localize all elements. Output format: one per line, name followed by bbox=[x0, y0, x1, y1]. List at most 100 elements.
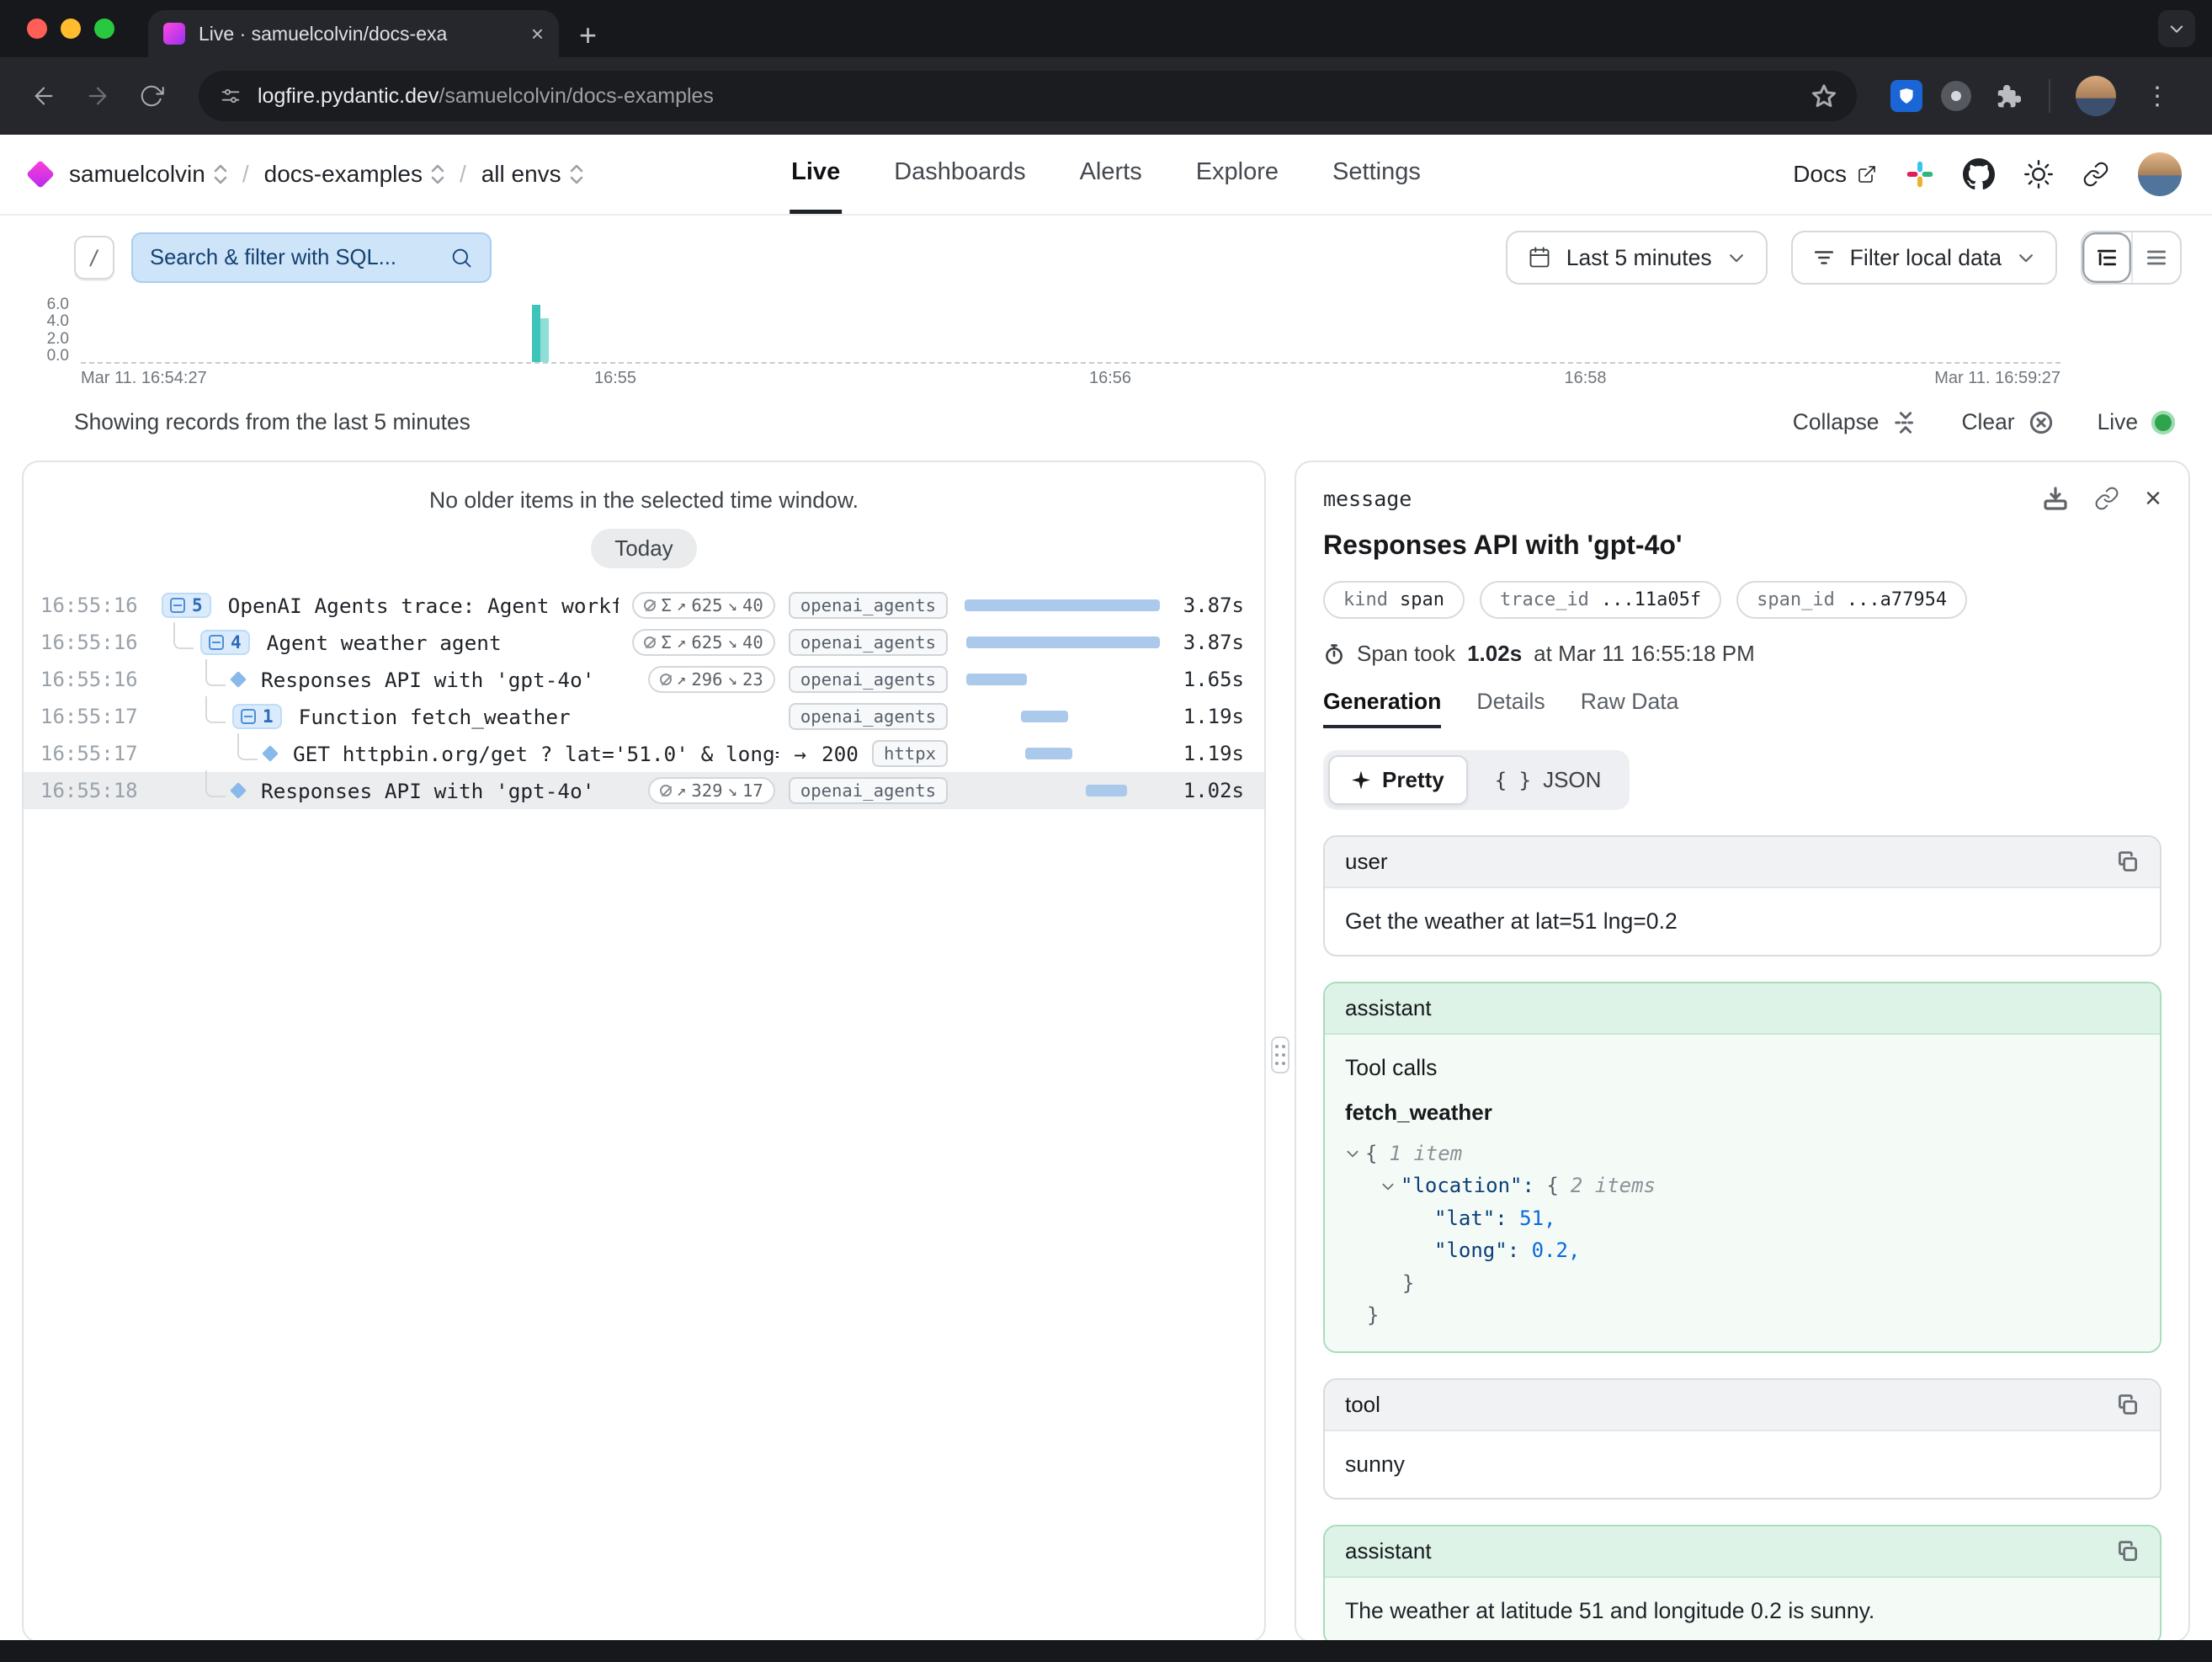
shield-extension-icon[interactable] bbox=[1890, 80, 1922, 112]
message-card-user: user Get the weather at lat=51 lng=0.2 bbox=[1323, 835, 2161, 956]
site-settings-icon[interactable] bbox=[219, 84, 242, 108]
tab-search-button[interactable] bbox=[2158, 10, 2195, 47]
trace-row[interactable]: 16:55:16 5 OpenAI Agents trace: Agent wo… bbox=[24, 587, 1264, 624]
env-selector[interactable]: all envs bbox=[481, 161, 583, 188]
github-icon[interactable] bbox=[1963, 158, 1995, 190]
tab-alerts[interactable]: Alerts bbox=[1078, 135, 1144, 214]
today-chip: Today bbox=[591, 529, 696, 568]
docs-link[interactable]: Docs bbox=[1793, 161, 1877, 188]
new-tab-button[interactable]: + bbox=[579, 20, 597, 51]
span-diamond-icon bbox=[262, 745, 279, 762]
tab-details[interactable]: Details bbox=[1476, 689, 1545, 728]
back-button[interactable] bbox=[20, 72, 67, 120]
tab-explore[interactable]: Explore bbox=[1194, 135, 1280, 214]
token-badge: ↗329↘17 bbox=[648, 777, 775, 804]
tool-arguments-json: { 1 item "location": { 2 items "lat": 51… bbox=[1345, 1137, 2140, 1331]
pretty-json-toggle: Pretty { }JSON bbox=[1323, 750, 1630, 810]
tokens-icon bbox=[660, 785, 672, 796]
copy-button[interactable] bbox=[2116, 1540, 2140, 1563]
tab-live[interactable]: Live bbox=[790, 135, 842, 214]
browser-profile-avatar[interactable] bbox=[2076, 76, 2116, 116]
list-view-button[interactable] bbox=[2131, 232, 2180, 283]
trace-row[interactable]: 16:55:17 1 Function fetch_weather openai… bbox=[24, 698, 1264, 735]
forward-button[interactable] bbox=[74, 72, 121, 120]
copy-button[interactable] bbox=[2116, 850, 2140, 874]
local-filter-dropdown[interactable]: Filter local data bbox=[1791, 231, 2057, 285]
tree-view-button[interactable] bbox=[2082, 232, 2131, 283]
panel-resize-handle[interactable] bbox=[1271, 1036, 1289, 1073]
live-toggle-button[interactable]: Live bbox=[2098, 409, 2175, 435]
copy-link-icon[interactable] bbox=[2094, 486, 2119, 511]
copy-button[interactable] bbox=[2116, 1393, 2140, 1417]
reload-button[interactable] bbox=[128, 72, 175, 120]
browser-tab[interactable]: Live · samuelcolvin/docs-exa × bbox=[148, 10, 559, 57]
duration-bar bbox=[1025, 748, 1072, 759]
copy-icon bbox=[2116, 1540, 2140, 1563]
showing-records-text: Showing records from the last 5 minutes bbox=[74, 409, 471, 435]
tab-raw-data[interactable]: Raw Data bbox=[1581, 689, 1679, 728]
star-icon bbox=[1811, 83, 1837, 109]
json-view-button[interactable]: { }JSON bbox=[1471, 755, 1625, 805]
close-panel-icon[interactable]: × bbox=[2145, 484, 2161, 513]
trace-row[interactable]: 16:55:16 Responses API with 'gpt-4o' ↗29… bbox=[24, 661, 1264, 698]
up-down-chevrons-icon bbox=[570, 164, 583, 184]
chevron-down-icon[interactable] bbox=[1345, 1146, 1360, 1161]
duration-label: 1.19s bbox=[1160, 742, 1244, 765]
share-link-icon[interactable] bbox=[2082, 161, 2109, 188]
search-box[interactable] bbox=[131, 232, 492, 283]
browser-menu-button[interactable]: ⋮ bbox=[2135, 82, 2182, 111]
org-selector[interactable]: samuelcolvin bbox=[69, 161, 227, 188]
chart-x-axis: Mar 11. 16:54:27 16:55 16:56 16:58 Mar 1… bbox=[81, 369, 2060, 391]
address-bar[interactable]: logfire.pydantic.dev/samuelcolvin/docs-e… bbox=[199, 71, 1857, 121]
search-input[interactable] bbox=[150, 246, 439, 270]
pretty-view-button[interactable]: Pretty bbox=[1328, 755, 1468, 805]
details-tabs: Generation Details Raw Data bbox=[1323, 689, 2161, 728]
span-kind-label: message bbox=[1323, 487, 1412, 511]
span-label: Responses API with 'gpt-4o' bbox=[261, 779, 594, 803]
collapse-button[interactable]: Collapse bbox=[1793, 409, 1918, 435]
chart-bar bbox=[540, 318, 549, 362]
trace-row[interactable]: 16:55:17 GET httpbin.org/get ? lat='51.0… bbox=[24, 735, 1264, 772]
tree-connector bbox=[173, 622, 194, 649]
close-window-button[interactable] bbox=[27, 19, 47, 39]
tree-connector bbox=[237, 733, 258, 760]
export-tray-icon[interactable] bbox=[2042, 485, 2069, 512]
user-avatar[interactable] bbox=[2138, 152, 2182, 196]
input-arrow-icon: ↗ bbox=[677, 781, 686, 800]
output-tokens: 23 bbox=[742, 669, 763, 690]
extensions-puzzle-button[interactable] bbox=[1990, 72, 2023, 120]
up-down-chevrons-icon bbox=[214, 164, 227, 184]
span-label: Responses API with 'gpt-4o' bbox=[261, 668, 594, 692]
tab-title: Live · samuelcolvin/docs-exa bbox=[199, 23, 518, 45]
tab-close-icon[interactable]: × bbox=[531, 23, 544, 45]
row-timestamp: 16:55:16 bbox=[40, 631, 152, 654]
kind-pill: kindspan bbox=[1323, 581, 1465, 619]
extension-icon[interactable] bbox=[1941, 81, 1971, 111]
collapse-toggle[interactable]: 5 bbox=[162, 593, 211, 618]
trace-row[interactable]: 16:55:16 4 Agent weather agent Σ↗625↘40 … bbox=[24, 624, 1264, 661]
tab-generation[interactable]: Generation bbox=[1323, 689, 1441, 728]
trace-id-pill[interactable]: trace_id...11a05f bbox=[1480, 581, 1721, 619]
instrumentation-tag: openai_agents bbox=[789, 592, 948, 619]
tab-settings[interactable]: Settings bbox=[1331, 135, 1422, 214]
duration-bar bbox=[966, 674, 1027, 685]
duration-bar-track bbox=[965, 637, 1160, 648]
minimize-window-button[interactable] bbox=[61, 19, 81, 39]
collapse-toggle[interactable]: 4 bbox=[200, 630, 250, 655]
collapse-toggle[interactable]: 1 bbox=[232, 704, 282, 729]
bookmark-star-button[interactable] bbox=[1811, 83, 1837, 109]
theme-sun-icon[interactable] bbox=[2023, 159, 2054, 189]
project-selector[interactable]: docs-examples bbox=[264, 161, 444, 188]
slack-icon[interactable] bbox=[1906, 160, 1934, 189]
trace-row-selected[interactable]: 16:55:18 Responses API with 'gpt-4o' ↗32… bbox=[24, 772, 1264, 809]
instrumentation-tag: openai_agents bbox=[789, 703, 948, 730]
tab-dashboards[interactable]: Dashboards bbox=[892, 135, 1027, 214]
clear-button[interactable]: Clear bbox=[1962, 409, 2054, 435]
chart-plot-area[interactable] bbox=[81, 296, 2060, 364]
chevron-down-icon[interactable] bbox=[1380, 1179, 1396, 1194]
x-tick: Mar 11. 16:54:27 bbox=[81, 369, 207, 388]
zoom-window-button[interactable] bbox=[94, 19, 114, 39]
span-id-pill[interactable]: span_id...a77954 bbox=[1736, 581, 1967, 619]
time-range-dropdown[interactable]: Last 5 minutes bbox=[1506, 231, 1768, 285]
logfire-logo-icon bbox=[26, 160, 55, 189]
